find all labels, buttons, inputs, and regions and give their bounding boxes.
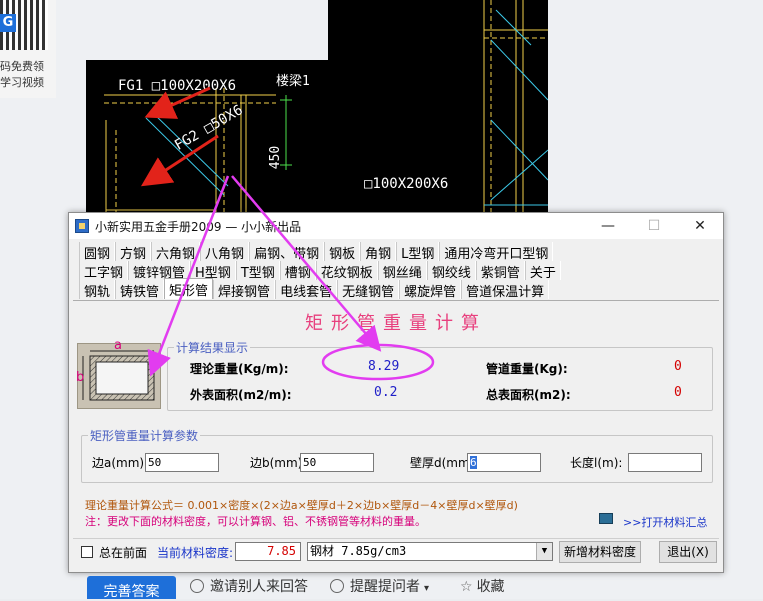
theory-weight-label: 理论重量(Kg/m): — [190, 362, 289, 376]
outer-area-label: 外表面积(m2/m): — [190, 388, 292, 402]
diagram-label-b: b — [76, 370, 85, 385]
tab-strand[interactable]: 钢绞线 — [426, 261, 476, 281]
minimize-button[interactable]: — — [585, 213, 631, 239]
tab-round-steel[interactable]: 圆钢 — [79, 242, 116, 262]
window-titlebar[interactable]: 小新实用五金手册2009 — 小小新出品 — ☐ ✕ — [69, 213, 723, 239]
total-area-label: 总表面积(m2): — [486, 388, 571, 402]
side-a-input[interactable]: 50 — [145, 453, 219, 472]
window-title: 小新实用五金手册2009 — 小小新出品 — [95, 220, 302, 234]
tab-flat-steel[interactable]: 扁钢、带钢 — [249, 242, 325, 262]
remind-asker-label: 提醒提问者 — [350, 579, 420, 595]
invite-answer-label: 邀请别人来回答 — [210, 579, 308, 595]
exit-button[interactable]: 退出(X) — [659, 541, 717, 563]
tab-cold-formed-steel[interactable]: 通用冷弯开口型钢 — [439, 242, 554, 262]
tab-spiral-welded-pipe[interactable]: 螺旋焊管 — [399, 280, 462, 300]
stay-on-top-label: 总在前面 — [99, 546, 148, 560]
formula-text: 理论重量计算公式＝ 0.001×密度×(2×边a×壁厚d＋2×边b×壁厚d－4×… — [85, 499, 518, 512]
star-icon: ☆ — [460, 579, 473, 595]
tab-seamless-pipe[interactable]: 无缝钢管 — [337, 280, 400, 300]
tab-i-beam[interactable]: 工字钢 — [79, 261, 129, 281]
diagram-label-a: a — [114, 338, 122, 353]
material-select-value: 钢材 7.85g/cm3 — [310, 544, 407, 558]
thickness-input[interactable]: 6 — [467, 453, 541, 472]
chevron-down-icon: ▾ — [424, 583, 430, 594]
cad-label-box: □100X200X6 — [364, 176, 449, 192]
params-group: 矩形管重量计算参数 边a(mm): 50 边b(mm): 50 壁厚d(mm) … — [81, 427, 713, 483]
tab-angle-steel[interactable]: 角钢 — [360, 242, 397, 262]
tab-channel-steel[interactable]: 槽钢 — [279, 261, 316, 281]
remind-asker-link[interactable]: 提醒提问者 ▾ — [330, 576, 429, 599]
page-title: 矩形管重量计算 — [305, 313, 487, 334]
params-group-title: 矩形管重量计算参数 — [88, 427, 201, 444]
tab-l-steel[interactable]: L型钢 — [396, 242, 440, 262]
qr-caption-line2: 学习视频 — [0, 76, 44, 89]
chevron-down-icon[interactable]: ▼ — [536, 543, 552, 560]
tab-cast-iron-pipe[interactable]: 铸铁管 — [115, 280, 165, 300]
cad-label-fg1: FG1 □100X200X6 — [118, 78, 237, 94]
tab-rail[interactable]: 钢轨 — [79, 280, 116, 300]
thickness-label: 壁厚d(mm) — [410, 456, 475, 470]
tab-octagon-steel[interactable]: 八角钢 — [200, 242, 250, 262]
bottom-toolbar: 总在前面 当前材料密度: 7.85 钢材 7.85g/cm3 ▼ 新增材料密度 … — [73, 538, 719, 568]
improve-answer-button[interactable]: 完善答案 — [87, 576, 176, 600]
tab-row-3: 钢轨 铸铁管 矩形管 焊接钢管 电线套管 无缝钢管 螺旋焊管 管道保温计算 — [79, 278, 550, 300]
tab-checkered-plate[interactable]: 花纹钢板 — [315, 261, 378, 281]
tab-t-steel[interactable]: T型钢 — [235, 261, 280, 281]
tab-about[interactable]: 关于 — [524, 261, 561, 281]
length-input[interactable] — [628, 453, 702, 472]
results-group: 计算结果显示 理论重量(Kg/m): 8.29 管道重量(Kg): 0 外表面积… — [167, 339, 713, 411]
qr-logo-icon: G — [0, 14, 16, 32]
length-label: 长度l(m): — [570, 456, 623, 470]
side-b-input[interactable]: 50 — [300, 453, 374, 472]
tab-wire-rope[interactable]: 钢丝绳 — [377, 261, 427, 281]
pipe-weight-label: 管道重量(Kg): — [486, 362, 568, 376]
tab-welded-pipe[interactable]: 焊接钢管 — [213, 280, 276, 300]
density-label: 当前材料密度: — [157, 546, 234, 560]
close-button[interactable]: ✕ — [677, 213, 723, 239]
cad-drawing-image: FG1 □100X200X6 楼梁1 FG2 □50X6 450 □100X20… — [86, 0, 548, 215]
results-group-title: 计算结果显示 — [174, 339, 251, 356]
cad-label-beam: 楼梁1 — [276, 74, 310, 89]
material-summary-icon[interactable] — [599, 513, 613, 524]
clock-icon — [330, 579, 344, 593]
total-area-value: 0 — [674, 385, 682, 400]
tab-hex-steel[interactable]: 六角钢 — [151, 242, 201, 262]
tab-pipe-insulation[interactable]: 管道保温计算 — [461, 280, 550, 300]
cad-label-dim: 450 — [268, 145, 284, 170]
tab-content-rectangular-tube: 矩形管重量计算 a b 计算结果显示 理论重量(Kg/m): 8.29 管道重量… — [73, 300, 719, 542]
open-material-summary-link[interactable]: >>打开材料汇总 — [623, 514, 707, 530]
density-note: 注：更改下面的材料密度，可以计算钢、铝、不锈钢管等材料的重量。 — [85, 515, 426, 528]
qr-caption-line1: 码免费领 — [0, 60, 44, 73]
favorite-label: 收藏 — [476, 579, 505, 595]
material-select[interactable]: 钢材 7.85g/cm3 ▼ — [307, 542, 553, 561]
tab-conduit[interactable]: 电线套管 — [275, 280, 338, 300]
invite-answer-link[interactable]: 邀请别人来回答 — [190, 576, 308, 599]
qr-promo-panel[interactable]: G 码免费领 学习视频 — [0, 0, 56, 98]
tab-row-2: 工字钢 镀锌钢管 H型钢 T型钢 槽钢 花纹钢板 钢丝绳 钢绞线 紫铜管 关于 — [79, 261, 561, 281]
cad-linework — [104, 0, 548, 215]
tab-row-1: 圆钢 方钢 六角钢 八角钢 扁钢、带钢 钢板 角钢 L型钢 通用冷弯开口型钢 — [79, 242, 554, 262]
tube-cross-section-diagram: a b — [76, 338, 161, 409]
tab-copper-pipe[interactable]: 紫铜管 — [475, 261, 525, 281]
pipe-weight-value: 0 — [674, 359, 682, 374]
tab-square-steel[interactable]: 方钢 — [115, 242, 152, 262]
hardware-handbook-window[interactable]: 小新实用五金手册2009 — 小小新出品 — ☐ ✕ 圆钢 方钢 六角钢 八角钢… — [68, 212, 724, 573]
stay-on-top-checkbox[interactable] — [81, 546, 93, 558]
add-material-density-button[interactable]: 新增材料密度 — [559, 541, 641, 563]
tab-rectangular-tube[interactable]: 矩形管 — [164, 278, 214, 299]
user-icon — [190, 579, 204, 593]
tube-section-icon — [82, 350, 155, 401]
density-input[interactable]: 7.85 — [235, 542, 301, 561]
favorite-link[interactable]: ☆ 收藏 — [460, 576, 505, 599]
thickness-input-value: 6 — [470, 456, 477, 469]
side-a-label: 边a(mm): — [92, 456, 149, 470]
improve-answer-label: 完善答案 — [103, 584, 160, 600]
tab-steel-plate[interactable]: 钢板 — [324, 242, 361, 262]
theory-weight-value: 8.29 — [368, 359, 400, 374]
maximize-button[interactable]: ☐ — [631, 213, 677, 239]
outer-area-value: 0.2 — [374, 385, 398, 400]
app-icon — [75, 219, 89, 233]
side-b-label: 边b(mm): — [250, 456, 307, 470]
